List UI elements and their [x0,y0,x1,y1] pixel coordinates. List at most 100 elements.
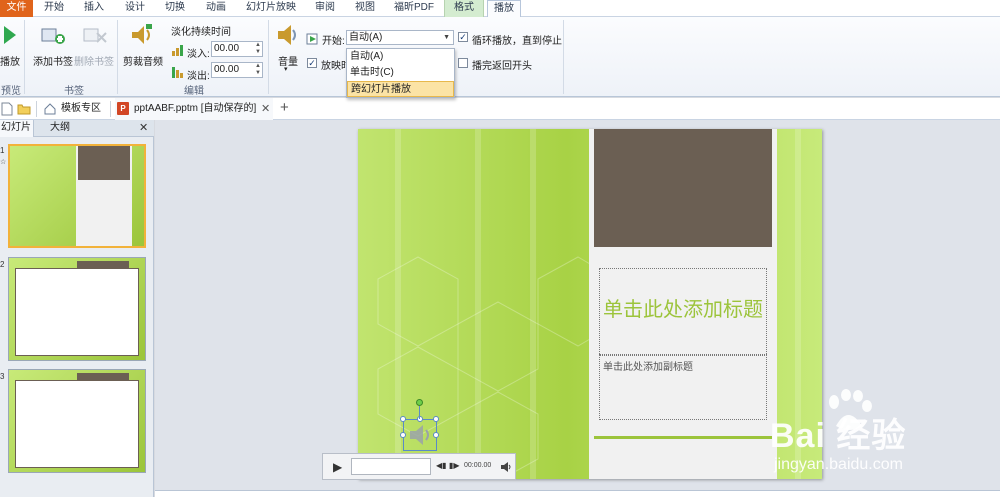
group-divider [268,20,269,94]
loop-until-stopped-checkbox[interactable]: ✓ [458,32,468,42]
slide-thumbnail[interactable] [8,369,146,473]
rewind-after-playing-checkbox[interactable] [458,58,468,68]
audio-player-bar: ▶ ◀▮ ▮▶ 00:00.00 [322,453,516,480]
trim-audio-button[interactable]: 剪裁音频 [121,21,163,68]
forward-icon[interactable]: ▮▶ [449,461,460,470]
thumb-header [77,373,129,381]
start-option-on-click[interactable]: 单击时(C) [347,65,454,81]
add-bookmark-button[interactable]: 添加书签 [33,21,73,68]
play-icon [4,26,16,44]
close-tab-icon[interactable]: ✕ [261,98,270,120]
seek-bar[interactable] [351,458,431,475]
trim-audio-label: 剪裁音频 [123,57,163,68]
template-zone-tab[interactable]: 模板专区 [44,98,106,120]
play-label: 播放 [0,57,20,68]
start-dropdown-menu: 自动(A) 单击时(C) 跨幻灯片播放 [346,48,455,98]
notes-pane-edge [155,490,1000,497]
tab-transitions[interactable]: 切换 [159,0,191,17]
spinner-arrows-icon[interactable]: ▲ ▼ [255,42,261,56]
fade-in-input[interactable]: 00.00 ▲ ▼ [211,41,263,57]
close-panel-icon[interactable]: ✕ [139,121,148,134]
slide-number: 1 [0,146,5,155]
player-time: 00:00.00 [464,462,492,469]
player-volume-icon[interactable] [500,461,512,473]
folder-icon[interactable] [17,103,31,115]
fade-out-label: 淡出: [187,71,210,82]
thumb-photo [78,146,130,180]
fade-duration-title: 淡化持续时间 [171,27,231,38]
tab-insert[interactable]: 插入 [78,0,110,17]
new-tab-plus-icon[interactable]: + [280,99,289,116]
star-icon: ☆ [0,159,7,166]
thumb-content [15,380,139,468]
audio-object[interactable] [400,416,439,451]
start-select[interactable]: 自动(A) ▼ [346,30,454,45]
watermark-brand: Bai 经验 [770,417,907,455]
tab-outline[interactable]: 大纲 [50,120,80,137]
document-tab-strip: 模板专区 P pptAABF.pptm [自动保存的] ✕ + [0,98,1000,120]
add-bookmark-label: 添加书签 [33,57,73,68]
volume-button[interactable]: 音量 ▾ [274,21,302,73]
start-option-across-slides[interactable]: 跨幻灯片播放 [347,81,454,97]
resize-handle[interactable] [400,432,406,438]
remove-bookmark-button[interactable]: 删除书签 [74,21,114,68]
tab-playback[interactable]: 播放 [487,0,521,18]
thumb-header [77,261,129,269]
tab-file[interactable]: 文件 [0,0,33,17]
rewind-icon[interactable]: ◀▮ [436,461,447,470]
tab-slideshow[interactable]: 幻灯片放映 [241,0,301,17]
tab-design[interactable]: 设计 [119,0,151,17]
group-divider [24,20,25,94]
volume-icon [278,25,296,45]
subtitle-placeholder-text: 单击此处添加副标题 [603,362,693,373]
baidu-watermark: Bai 经验 jingyan.baidu.com [770,388,1000,483]
slide-thumbnail[interactable] [8,257,146,361]
slide-thumbnail-panel: 幻灯片 大纲 ✕ 1 ☆ 2 3 [0,120,154,497]
slide-thumbnail[interactable] [8,144,146,248]
resize-handle[interactable] [433,416,439,422]
rotate-handle[interactable] [416,399,423,406]
group-label-bookmarks: 书签 [64,86,84,97]
group-divider [563,20,564,94]
fade-out-value: 00.00 [214,64,240,75]
trim-audio-icon [132,24,152,44]
ribbon-tab-bar: 文件 开始 插入 设计 切换 动画 幻灯片放映 审阅 视图 福昕PDF 格式 播… [0,0,1000,18]
resize-handle[interactable] [400,416,406,422]
document-tab-pptaabf[interactable]: P pptAABF.pptm [自动保存的] ✕ [115,98,273,120]
resize-handle[interactable] [417,416,423,422]
slide-number: 2 [0,260,5,269]
player-play-icon[interactable]: ▶ [333,460,342,474]
hide-during-show-checkbox[interactable]: ✓ [307,58,317,68]
resize-handle[interactable] [433,432,439,438]
start-icon [306,33,318,45]
fade-out-input[interactable]: 00.00 ▲ ▼ [211,62,263,78]
group-divider [117,20,118,94]
tab-view[interactable]: 视图 [349,0,381,17]
divider [110,101,111,117]
start-label: 开始: [322,36,345,47]
tab-slides[interactable]: 幻灯片 [0,120,34,137]
start-option-auto[interactable]: 自动(A) [347,49,454,65]
tab-animations[interactable]: 动画 [200,0,232,17]
fade-out-icon [172,67,183,78]
title-placeholder-text: 单击此处添加标题 [603,299,763,321]
tab-format[interactable]: 格式 [444,0,484,17]
group-label-preview: 预览 [1,86,21,97]
remove-bookmark-icon [83,28,107,43]
loop-until-stopped-label: 循环播放，直到停止 [472,36,562,47]
speaker-icon [410,425,429,445]
document-tab-title: pptAABF.pptm [自动保存的] [134,103,257,114]
tab-foxit-pdf[interactable]: 福昕PDF [389,0,439,17]
new-document-icon[interactable] [1,102,13,116]
home-icon [44,103,56,115]
panel-tabs: 幻灯片 大纲 ✕ [0,120,154,137]
spinner-arrows-icon[interactable]: ▲ ▼ [255,63,261,77]
chevron-down-icon: ▼ [443,34,450,41]
volume-label: 音量 [278,57,298,68]
play-button[interactable]: 播放 [0,21,22,68]
picture-placeholder[interactable] [594,129,772,247]
tab-home[interactable]: 开始 [38,0,70,17]
tab-review[interactable]: 审阅 [309,0,341,17]
divider [36,101,37,117]
template-zone-label: 模板专区 [61,103,101,114]
